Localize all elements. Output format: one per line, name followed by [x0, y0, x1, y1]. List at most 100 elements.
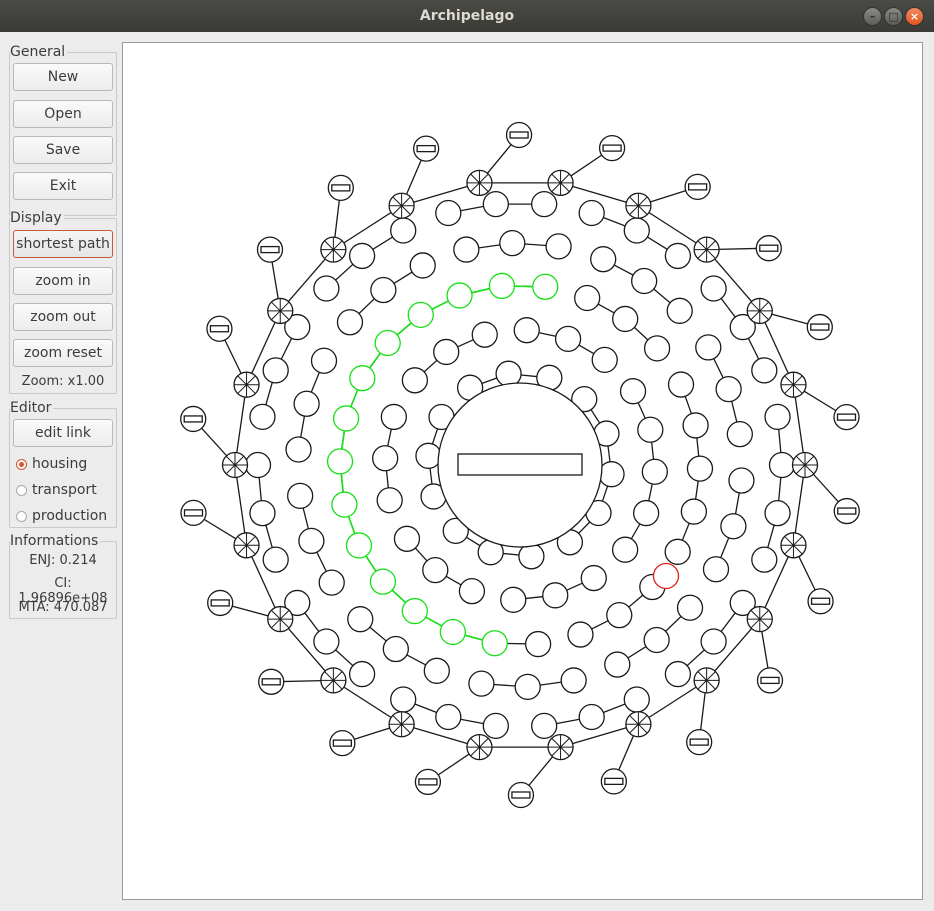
city-graph[interactable]: [123, 43, 922, 899]
housing-node: [676, 594, 704, 621]
graph-canvas[interactable]: [122, 42, 923, 900]
housing-node: [393, 525, 421, 552]
path-node: [345, 532, 373, 559]
housing-node: [499, 229, 526, 257]
housing-node: [728, 467, 755, 494]
title-bar[interactable]: Archipelago – □ ×: [0, 0, 934, 32]
housing-node: [542, 582, 569, 609]
production-node-icon: [507, 781, 535, 809]
housing-node: [313, 275, 340, 302]
housing-node: [632, 499, 660, 527]
window-title: Archipelago: [419, 8, 515, 24]
production-node-icon: [600, 768, 628, 795]
housing-node: [285, 436, 312, 463]
central-hub-minus-icon: [457, 453, 583, 476]
housing-node: [482, 190, 509, 218]
housing-node: [720, 513, 747, 540]
housing-node: [347, 606, 374, 633]
transport-hub-icon: [388, 711, 415, 738]
radio-production[interactable]: production: [16, 508, 107, 524]
path-node: [481, 630, 508, 657]
housing-node: [531, 190, 558, 218]
housing-node: [313, 628, 340, 655]
housing-node: [643, 335, 671, 362]
housing-node: [604, 651, 631, 678]
transport-hub-icon: [320, 236, 347, 263]
production-node-icon: [806, 313, 833, 341]
app-window: Archipelago – □ × General New Open Save …: [0, 0, 934, 911]
selected-node: [652, 562, 680, 590]
zoom-in-button[interactable]: zoom in: [13, 267, 113, 295]
open-button[interactable]: Open: [13, 100, 113, 128]
housing-node: [580, 564, 607, 592]
housing-node: [262, 546, 289, 573]
path-node: [374, 329, 401, 357]
production-node-icon: [258, 668, 285, 695]
zoom-out-button[interactable]: zoom out: [13, 303, 113, 331]
housing-node: [435, 703, 462, 731]
path-node: [532, 273, 559, 300]
path-node: [401, 597, 428, 625]
edit-link-button[interactable]: edit link: [13, 419, 113, 447]
path-node: [331, 491, 358, 518]
housing-node: [578, 199, 605, 227]
general-group: General New Open Save Exit: [9, 44, 117, 216]
housing-node: [611, 536, 639, 563]
radio-housing[interactable]: housing: [16, 456, 87, 472]
minimize-button[interactable]: –: [863, 7, 882, 26]
maximize-button[interactable]: □: [884, 7, 903, 26]
housing-node: [458, 577, 486, 605]
housing-node: [433, 338, 460, 366]
shortest-path-button[interactable]: shortest path: [13, 230, 113, 258]
housing-node: [390, 686, 417, 713]
path-node: [439, 618, 466, 646]
zoom-reset-button[interactable]: zoom reset: [13, 339, 113, 367]
housing-node: [545, 233, 572, 260]
housing-node: [590, 246, 617, 273]
radio-housing-label: housing: [32, 456, 88, 472]
informations-label: Informations: [10, 533, 101, 549]
housing-node: [643, 626, 670, 654]
save-button[interactable]: Save: [13, 136, 113, 164]
housing-node: [310, 347, 338, 374]
path-node: [326, 448, 354, 475]
transport-hub-icon: [320, 667, 347, 694]
transport-hub-icon: [233, 532, 260, 559]
housing-node: [370, 276, 397, 304]
housing-node: [641, 458, 668, 485]
housing-node: [531, 712, 558, 740]
informations-group: Informations ENJ: 0.214 CI: 1.96896e+08 …: [9, 533, 117, 619]
transport-hub-icon: [466, 733, 493, 761]
transport-hub-icon: [625, 711, 652, 738]
graph-nodes: [180, 121, 860, 809]
new-button[interactable]: New: [13, 63, 113, 91]
housing-node: [298, 527, 325, 555]
production-node-icon: [207, 589, 234, 617]
exit-button[interactable]: Exit: [13, 172, 113, 200]
housing-node: [667, 371, 695, 398]
housing-node: [514, 673, 541, 701]
housing-node: [382, 635, 409, 663]
radio-production-label: production: [32, 508, 108, 524]
production-node-icon: [256, 236, 284, 263]
housing-node: [715, 375, 742, 403]
radio-transport-label: transport: [32, 482, 97, 498]
housing-node: [686, 455, 714, 482]
housing-node: [751, 357, 778, 384]
transport-hub-icon: [780, 371, 807, 398]
enj-value: ENJ: 0.214: [29, 553, 97, 568]
housing-node: [567, 621, 594, 648]
housing-node: [435, 199, 462, 227]
production-node-icon: [833, 403, 860, 431]
housing-node: [591, 346, 618, 374]
housing-node: [376, 487, 403, 514]
housing-node: [372, 445, 399, 472]
radio-transport-dot[interactable]: [16, 484, 27, 496]
radio-production-dot[interactable]: [16, 510, 27, 522]
radio-transport[interactable]: transport: [16, 482, 97, 498]
radio-housing-dot[interactable]: [16, 458, 27, 470]
editor-label: Editor: [10, 400, 54, 416]
production-node-icon: [755, 235, 782, 262]
housing-node: [409, 252, 436, 279]
close-button[interactable]: ×: [905, 7, 924, 26]
